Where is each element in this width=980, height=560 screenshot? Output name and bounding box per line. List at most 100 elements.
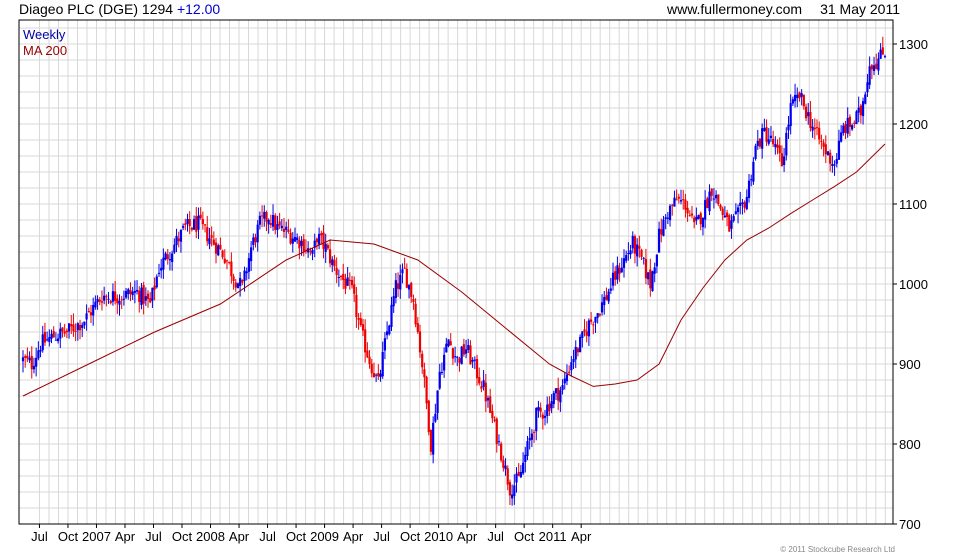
candle-body [50, 333, 53, 339]
x-tick-label: 2009 [310, 529, 339, 544]
candle-body [129, 290, 132, 295]
candle-body [372, 373, 376, 378]
candle-body [339, 275, 343, 278]
candle-body [228, 261, 231, 263]
candle-body [197, 215, 200, 230]
candle-body [881, 47, 884, 55]
candle-body [695, 216, 698, 221]
candle-body [333, 259, 336, 267]
candle-body [221, 250, 224, 258]
candle-body [61, 327, 64, 332]
candle-body [337, 277, 340, 279]
x-tick-label: Jul [31, 529, 48, 544]
candle-body [379, 373, 382, 378]
candle-body [690, 213, 694, 216]
candle-body [850, 125, 854, 130]
candle-body [250, 247, 253, 262]
candle-body [76, 323, 79, 331]
candle-body [322, 232, 325, 249]
candle-body [614, 271, 617, 280]
candle-body [600, 302, 604, 313]
candle-body [285, 226, 288, 230]
candle-body [335, 267, 338, 276]
candle-body [212, 239, 215, 245]
candle-body [872, 65, 876, 72]
candle-body [644, 258, 648, 279]
candle-body [412, 299, 415, 302]
candle-body [482, 380, 485, 387]
candle-body [675, 199, 678, 201]
candle-body [348, 279, 351, 281]
candle-body [232, 276, 235, 281]
candle-body [438, 371, 441, 389]
candle-body [572, 359, 575, 363]
candle-body [236, 283, 240, 288]
candle-body [502, 460, 505, 468]
candle-body [574, 346, 577, 360]
candle-body [43, 331, 47, 343]
candle-body [234, 282, 237, 288]
candle-body [302, 239, 305, 252]
candle-body [403, 267, 406, 269]
candle-body [331, 259, 334, 266]
candle-body [846, 117, 849, 134]
candle-body [636, 244, 639, 257]
x-tick-label: Oct [58, 529, 79, 544]
candle-body [247, 258, 251, 272]
candle-body [598, 313, 601, 316]
candle-body [686, 207, 689, 214]
candle-body [114, 291, 117, 301]
candle-body [741, 202, 744, 204]
candle-body [418, 331, 422, 353]
candle-body [138, 290, 141, 303]
candle-body [192, 219, 196, 230]
candle-body [524, 454, 527, 462]
candle-body [723, 215, 726, 218]
candle-body [550, 401, 553, 409]
candle-body [392, 296, 395, 307]
candle-body [171, 253, 174, 262]
candle-body [458, 358, 461, 363]
candle-body [528, 437, 531, 441]
candle-body [160, 267, 163, 271]
candle-body [467, 345, 470, 351]
candle-body [473, 359, 476, 361]
candle-body [822, 142, 825, 147]
candle-body [581, 331, 584, 338]
candle-body [65, 330, 68, 333]
candle-body [552, 393, 555, 405]
x-tick-label: 2007 [82, 529, 111, 544]
candle-body [37, 350, 40, 359]
candle-body [427, 400, 430, 433]
candle-body [840, 132, 843, 142]
y-tick-label: 800 [899, 437, 921, 452]
candle-body [710, 188, 713, 196]
candle-body [225, 260, 229, 262]
candle-body [651, 271, 654, 291]
legend-weekly: Weekly [23, 27, 66, 42]
candle-body [704, 200, 707, 220]
candle-body [269, 223, 272, 225]
candle-body [140, 287, 143, 306]
candle-body [239, 277, 242, 287]
candle-body [732, 216, 735, 221]
candle-body [793, 94, 797, 102]
candle-body [208, 238, 211, 245]
candle-body [81, 324, 84, 328]
candle-body [394, 280, 397, 298]
candle-body [815, 127, 819, 129]
candle-body [831, 163, 834, 166]
candle-body [107, 298, 110, 300]
candle-body [833, 164, 836, 166]
copyright: © 2011 Stockcube Research Ltd [780, 545, 895, 554]
candle-body [462, 344, 465, 355]
x-tick-label: Jul [373, 529, 390, 544]
y-tick-label: 900 [899, 357, 921, 372]
candle-body [565, 374, 569, 382]
candle-body [318, 233, 321, 245]
candle-body [679, 200, 683, 202]
candle-body [421, 353, 424, 368]
candle-body [254, 237, 257, 243]
candle-body [328, 249, 332, 264]
candle-body [682, 199, 685, 201]
